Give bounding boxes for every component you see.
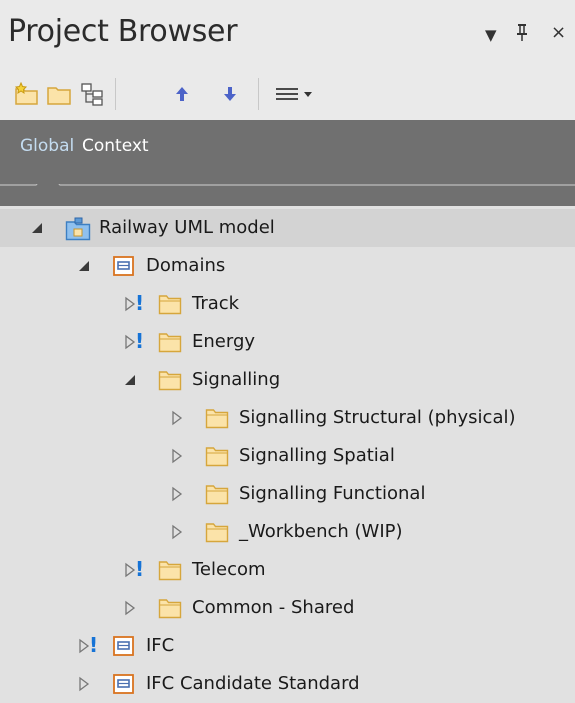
tree-node[interactable]: Signalling Functional xyxy=(0,475,575,513)
collapsed-arrow-icon[interactable] xyxy=(77,676,91,692)
tree-node[interactable]: ! Telecom xyxy=(0,551,575,589)
tree-node-label: Energy xyxy=(192,331,256,352)
tree-node-label: Domains xyxy=(146,255,226,276)
tree-node-label: IFC xyxy=(146,635,175,656)
new-package-icon[interactable] xyxy=(14,81,38,106)
panel-title: Project Browser xyxy=(8,14,238,49)
tree-node[interactable]: Common - Shared xyxy=(0,589,575,627)
tree-node[interactable]: IFC Candidate Standard xyxy=(0,665,575,703)
folder-icon xyxy=(158,597,182,619)
expanded-arrow-icon[interactable] xyxy=(123,372,137,388)
package-icon xyxy=(112,255,136,277)
tree-node-label: Track xyxy=(192,293,240,314)
folder-icon xyxy=(205,521,229,543)
new-diagram-icon[interactable] xyxy=(79,82,103,106)
collapsed-arrow-icon[interactable] xyxy=(170,410,184,426)
panel-dropdown-icon[interactable]: ▼ xyxy=(485,26,497,44)
tab-global[interactable]: Global xyxy=(20,136,74,156)
expanded-arrow-icon[interactable] xyxy=(77,258,91,274)
folder-icon xyxy=(158,369,182,391)
folder-icon xyxy=(158,293,182,315)
project-tree: Railway UML model Domains! Track! Energy Sig… xyxy=(0,206,575,702)
tree-node-label: IFC Candidate Standard xyxy=(146,673,360,694)
tree-node-label: Signalling Structural (physical) xyxy=(239,407,516,428)
move-up-icon[interactable] xyxy=(170,82,194,106)
tree-node-label: Common - Shared xyxy=(192,597,355,618)
tree-node-label: Signalling Functional xyxy=(239,483,426,504)
move-down-icon[interactable] xyxy=(218,82,242,106)
tree-node-label: Railway UML model xyxy=(99,217,275,238)
tree-node-label: _Workbench (WIP) xyxy=(239,521,403,542)
collapsed-arrow-icon[interactable] xyxy=(170,486,184,502)
tab-indicator xyxy=(0,184,575,206)
tree-node[interactable]: Domains xyxy=(0,247,575,285)
package-icon xyxy=(112,635,136,657)
folder-icon xyxy=(158,331,182,353)
tree-node[interactable]: ! IFC xyxy=(0,627,575,665)
folder-icon xyxy=(158,559,182,581)
panel-header: Project Browser ▼ × xyxy=(0,0,575,68)
expanded-arrow-icon[interactable] xyxy=(30,220,44,236)
tree-node[interactable]: Railway UML model xyxy=(0,209,575,247)
folder-icon xyxy=(205,445,229,467)
warning-flag-icon: ! xyxy=(135,329,145,353)
tab-context[interactable]: Context xyxy=(82,136,149,156)
collapsed-arrow-icon[interactable] xyxy=(170,524,184,540)
folder-icon xyxy=(205,483,229,505)
tree-node[interactable]: ! Track xyxy=(0,285,575,323)
toolbar-separator xyxy=(115,78,116,110)
collapsed-arrow-icon[interactable] xyxy=(170,448,184,464)
tree-node[interactable]: ! Energy xyxy=(0,323,575,361)
warning-flag-icon: ! xyxy=(89,633,99,657)
tree-node[interactable]: _Workbench (WIP) xyxy=(0,513,575,551)
toolbar-separator xyxy=(258,78,259,110)
package-icon xyxy=(112,673,136,695)
pin-icon[interactable] xyxy=(515,22,529,47)
warning-flag-icon: ! xyxy=(135,557,145,581)
collapsed-arrow-icon[interactable] xyxy=(123,600,137,616)
menu-icon[interactable] xyxy=(274,82,324,106)
folder-icon xyxy=(205,407,229,429)
model-root-icon xyxy=(65,217,91,241)
toolbar xyxy=(0,68,575,120)
tree-node[interactable]: Signalling Spatial xyxy=(0,437,575,475)
warning-flag-icon: ! xyxy=(135,291,145,315)
tree-node-label: Signalling Spatial xyxy=(239,445,395,466)
tree-node[interactable]: Signalling Structural (physical) xyxy=(0,399,575,437)
close-icon[interactable]: × xyxy=(551,22,566,43)
new-folder-icon[interactable] xyxy=(46,82,71,106)
tree-node[interactable]: Signalling xyxy=(0,361,575,399)
tree-node-label: Signalling xyxy=(192,369,281,390)
tree-node-label: Telecom xyxy=(192,559,266,580)
